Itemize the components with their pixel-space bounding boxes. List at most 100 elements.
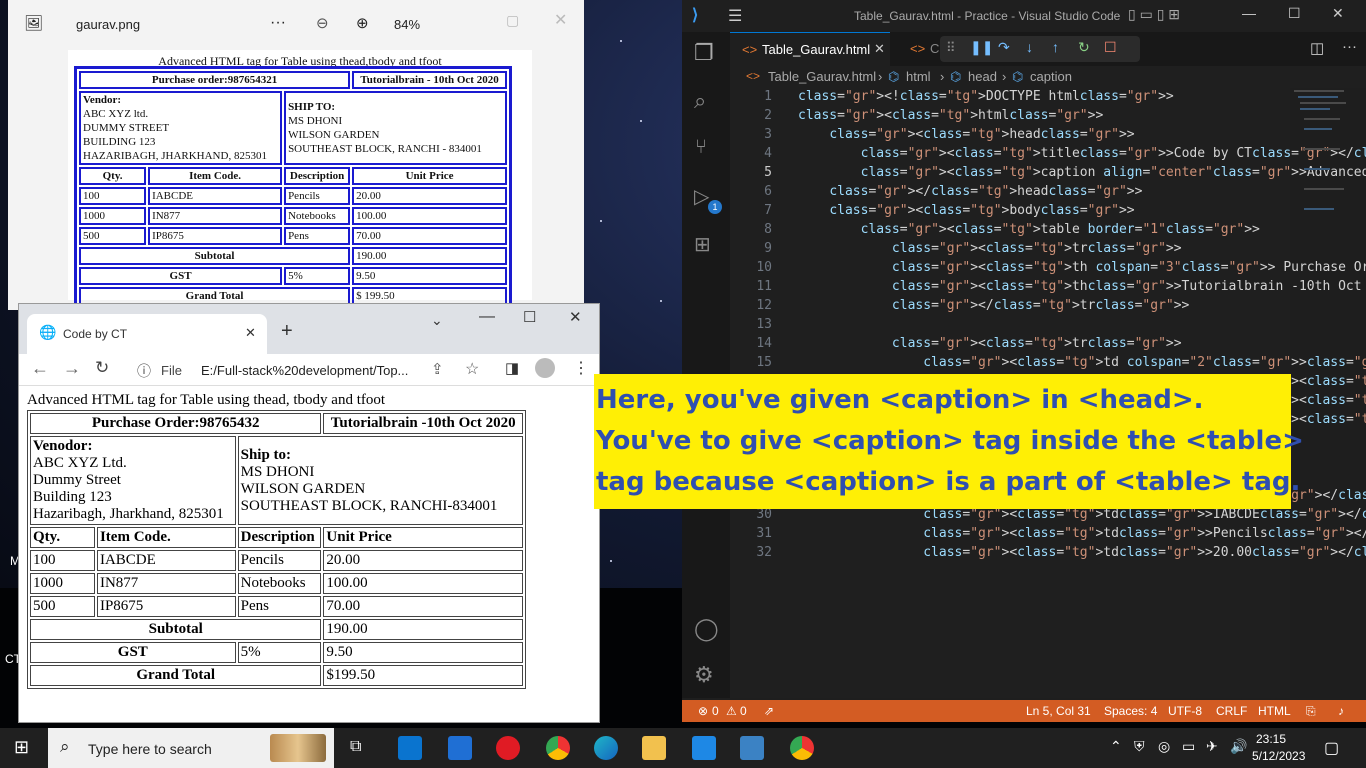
tab-close-icon[interactable]: ✕ bbox=[874, 41, 885, 57]
url-field[interactable]: E:/Full-stack%20development/Top... bbox=[201, 363, 421, 378]
star bbox=[600, 220, 602, 222]
line-number: 3 bbox=[764, 127, 772, 142]
close-button[interactable]: ✕ bbox=[554, 10, 567, 30]
close-button[interactable]: ✕ bbox=[1332, 5, 1344, 22]
notification-center-icon[interactable]: ▢ bbox=[1324, 738, 1339, 758]
chevron-up-icon[interactable]: ⌃ bbox=[1110, 738, 1122, 755]
language-mode[interactable]: HTML bbox=[1258, 704, 1291, 718]
minimize-button[interactable]: — bbox=[479, 308, 495, 326]
taskbar-search[interactable]: ⌕ Type here to search bbox=[48, 728, 334, 768]
pause-icon[interactable]: ❚❚ bbox=[970, 39, 993, 56]
file-explorer-icon[interactable] bbox=[642, 736, 666, 760]
breadcrumb-item[interactable]: html bbox=[906, 69, 931, 84]
stop-icon[interactable]: ☐ bbox=[1104, 39, 1117, 56]
indentation[interactable]: Spaces: 4 bbox=[1104, 704, 1157, 718]
table-cell: 500 bbox=[79, 227, 147, 245]
store-icon[interactable] bbox=[398, 736, 422, 760]
battery-icon[interactable]: ▭ bbox=[1182, 738, 1195, 755]
gst-percent: 5% bbox=[237, 642, 322, 663]
subtotal-label: Subtotal bbox=[30, 619, 322, 640]
drag-handle-icon[interactable]: ⠿ bbox=[946, 40, 956, 56]
forward-icon[interactable]: → bbox=[63, 358, 81, 379]
vscode-titlebar: ⟩ ☰ Table_Gaurav.html - Practice - Visua… bbox=[682, 0, 1366, 32]
step-over-icon[interactable]: ↷ bbox=[998, 39, 1010, 56]
source-control-icon[interactable]: ⑂ bbox=[695, 136, 707, 159]
windows-start-icon[interactable]: ⊞ bbox=[14, 737, 29, 758]
error-icon[interactable]: ⊗ bbox=[698, 704, 708, 718]
maximize-button[interactable]: ☐ bbox=[523, 308, 536, 326]
minimize-button[interactable]: ▢ bbox=[506, 12, 519, 29]
volume-icon[interactable]: 🔊 bbox=[1230, 738, 1247, 755]
layout-toggle-icon[interactable]: ▯ ▭ ▯ ⊞ bbox=[1128, 6, 1180, 23]
reload-icon[interactable]: ↻ bbox=[95, 358, 109, 378]
error-count[interactable]: 0 bbox=[712, 704, 719, 718]
shield-icon[interactable]: ⛨ bbox=[1134, 738, 1145, 755]
live-share-icon[interactable]: ⇗ bbox=[764, 704, 774, 718]
minimize-button[interactable]: — bbox=[1242, 5, 1256, 21]
notifications-icon[interactable]: ♪ bbox=[1338, 704, 1344, 718]
feedback-icon[interactable]: ⎘ bbox=[1306, 704, 1316, 719]
warning-icon[interactable]: ⚠ bbox=[726, 704, 737, 718]
account-icon[interactable]: ◯ bbox=[694, 616, 719, 642]
tab-close-icon[interactable]: ✕ bbox=[245, 325, 256, 341]
code-line: class="gr"></class="tg">headclass="gr">> bbox=[829, 184, 1143, 199]
tab-filename-2[interactable]: C bbox=[930, 41, 939, 56]
encoding[interactable]: UTF-8 bbox=[1168, 704, 1202, 718]
image-canvas: Advanced HTML tag for Table using thead,… bbox=[68, 50, 532, 310]
breadcrumb-item[interactable]: head bbox=[968, 69, 997, 84]
chrome-icon[interactable] bbox=[546, 736, 570, 760]
editor-tab[interactable]: <> Table_Gaurav.html ✕ bbox=[730, 32, 890, 66]
zoom-in-icon[interactable]: ⊕ bbox=[356, 14, 369, 32]
edge-icon[interactable] bbox=[594, 736, 618, 760]
opera-icon[interactable] bbox=[496, 736, 520, 760]
search-icon[interactable]: ⌕ bbox=[694, 88, 706, 114]
split-editor-icon[interactable]: ◫ bbox=[1310, 39, 1324, 57]
airplane-icon[interactable]: ✈ bbox=[1206, 738, 1218, 755]
file-label: File bbox=[161, 363, 182, 378]
table-cell: Pencils bbox=[237, 550, 322, 571]
step-out-icon[interactable]: ↑ bbox=[1052, 39, 1059, 55]
clock-time[interactable]: 23:15 bbox=[1256, 732, 1286, 746]
avatar[interactable] bbox=[535, 358, 555, 378]
breadcrumb-item[interactable]: Table_Gaurav.html bbox=[768, 69, 876, 84]
new-tab-button[interactable]: + bbox=[281, 320, 293, 343]
table-row: 100 IABCDE Pencils 20.00 bbox=[79, 187, 507, 205]
code-line: class="gr"><class="tg">trclass="gr">> bbox=[891, 241, 1182, 256]
close-button[interactable]: ✕ bbox=[569, 308, 582, 326]
star-icon[interactable]: ☆ bbox=[465, 359, 479, 379]
browser-tab[interactable]: 🌐 Code by CT ✕ bbox=[27, 314, 267, 354]
line-number: 9 bbox=[764, 241, 772, 256]
back-icon[interactable]: ← bbox=[31, 358, 49, 379]
zoom-out-icon[interactable]: ⊖ bbox=[316, 14, 329, 32]
share-icon[interactable]: ⇪ bbox=[431, 360, 444, 378]
menu-icon[interactable]: ⋮ bbox=[573, 358, 589, 378]
more-options-button[interactable]: ··· bbox=[270, 14, 286, 32]
vscode-taskbar-icon[interactable] bbox=[692, 736, 716, 760]
chevron-down-icon[interactable]: ⌄ bbox=[431, 312, 443, 329]
chrome-active-icon[interactable] bbox=[790, 736, 814, 760]
mail-icon[interactable] bbox=[448, 736, 472, 760]
line-ending[interactable]: CRLF bbox=[1216, 704, 1247, 718]
explorer-icon[interactable]: ❐ bbox=[694, 40, 714, 66]
sidepanel-icon[interactable]: ◨ bbox=[505, 359, 519, 377]
photos-icon[interactable] bbox=[740, 736, 764, 760]
task-view-icon[interactable]: ⧉ bbox=[350, 738, 361, 756]
search-input[interactable]: Type here to search bbox=[88, 741, 212, 757]
hamburger-menu-icon[interactable]: ☰ bbox=[728, 6, 742, 26]
clock-date[interactable]: 5/12/2023 bbox=[1252, 749, 1305, 763]
step-into-icon[interactable]: ↓ bbox=[1026, 39, 1033, 55]
zoom-level: 84% bbox=[394, 17, 421, 32]
extensions-icon[interactable]: ⊞ bbox=[694, 232, 711, 257]
cursor-position[interactable]: Ln 5, Col 31 bbox=[1026, 704, 1091, 718]
subtotal-value: 190.00 bbox=[352, 247, 507, 265]
more-actions-icon[interactable]: ··· bbox=[1342, 38, 1357, 55]
minimap[interactable] bbox=[1290, 88, 1354, 228]
maximize-button[interactable]: ☐ bbox=[1288, 5, 1301, 22]
warning-count[interactable]: 0 bbox=[740, 704, 747, 718]
vendor-heading: Venodor: bbox=[33, 438, 93, 454]
restart-icon[interactable]: ↻ bbox=[1078, 39, 1090, 56]
network-icon[interactable]: ◎ bbox=[1158, 738, 1170, 755]
settings-gear-icon[interactable]: ⚙ bbox=[694, 662, 714, 688]
table-cell: Pencils bbox=[284, 187, 351, 205]
breadcrumb-item[interactable]: caption bbox=[1030, 69, 1072, 84]
